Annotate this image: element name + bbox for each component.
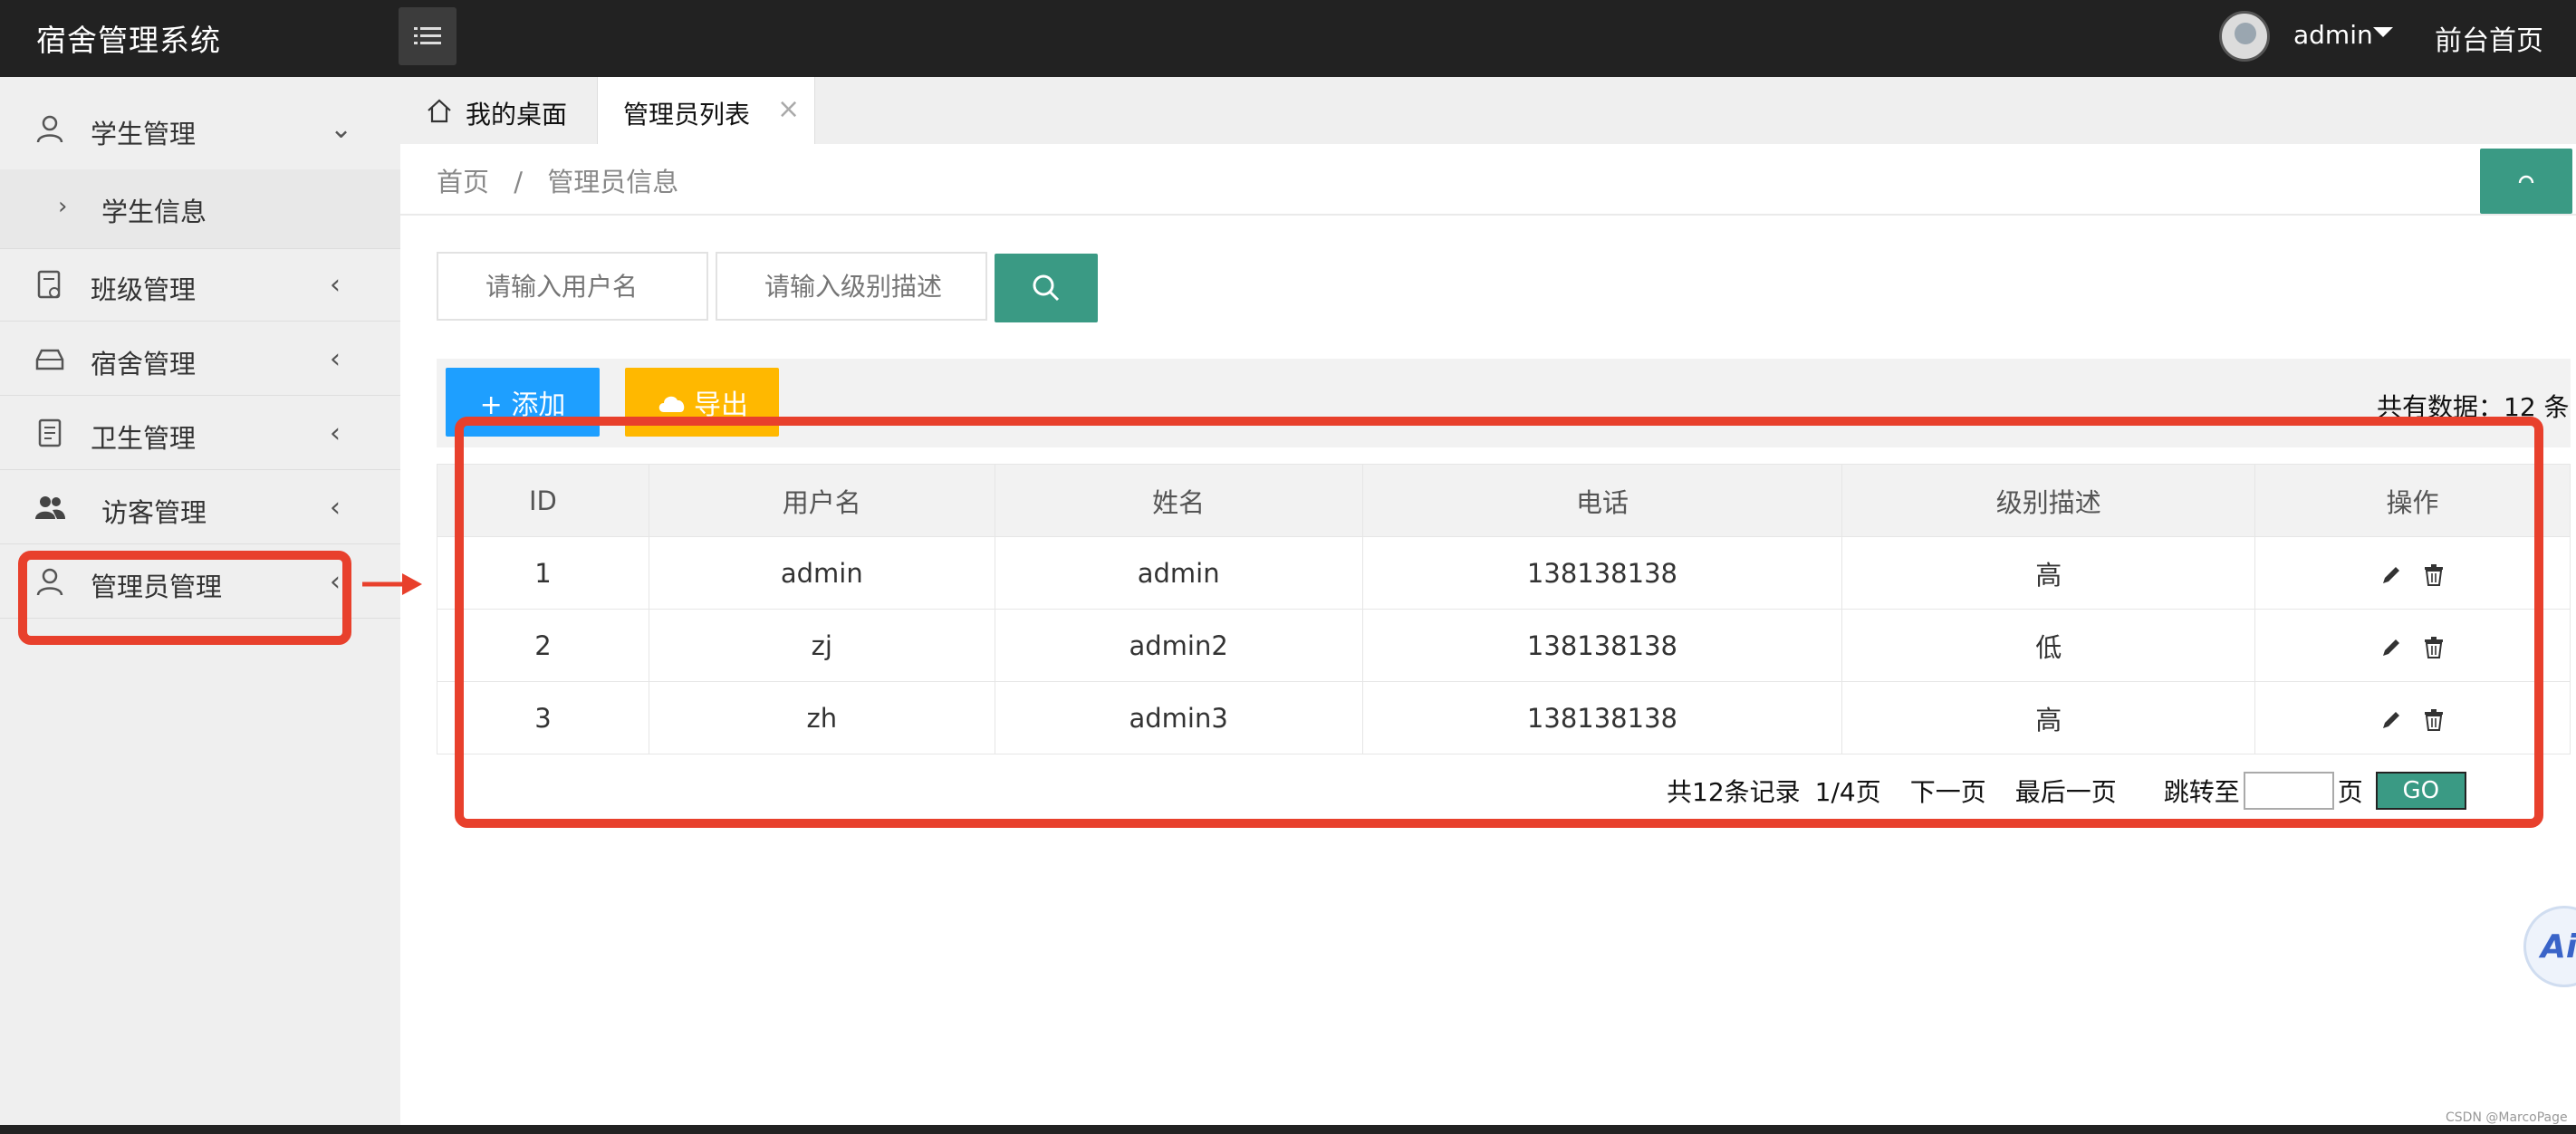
sidebar-item-visitor[interactable]: 访客管理 ‹ xyxy=(0,472,400,544)
search-icon xyxy=(1033,274,1060,302)
sidebar-item-student[interactable]: 学生管理 ⌄ xyxy=(0,93,400,169)
annotation-box-table xyxy=(455,417,2543,828)
tab-bar: 我的桌面 管理员列表 × xyxy=(400,77,2576,144)
menu-toggle-button[interactable] xyxy=(399,7,457,65)
ai-badge-text: Ai xyxy=(2541,928,2576,966)
sidebar-item-label: 卫生管理 xyxy=(91,423,197,454)
breadcrumb-separator: / xyxy=(514,167,524,197)
app-title: 宿舍管理系统 xyxy=(36,23,221,58)
breadcrumb-home[interactable]: 首页 xyxy=(437,167,489,197)
sidebar-item-label: 访客管理 xyxy=(101,497,207,528)
visitor-icon xyxy=(35,496,65,519)
search-button[interactable] xyxy=(995,254,1098,322)
bottom-bar xyxy=(0,1125,2576,1134)
user-name[interactable]: admin xyxy=(2293,20,2373,50)
list-icon xyxy=(414,27,441,44)
annotation-arrow-icon xyxy=(362,573,422,595)
tab-admin-list[interactable]: 管理员列表 × xyxy=(598,77,815,144)
ai-assistant-button[interactable]: Ai xyxy=(2523,906,2576,987)
tab-label: 我的桌面 xyxy=(466,100,568,130)
sidebar-subitem-label: 学生信息 xyxy=(101,197,207,227)
breadcrumb-current: 管理员信息 xyxy=(547,167,679,197)
chevron-left-icon: ‹ xyxy=(330,418,341,449)
chevron-right-icon: › xyxy=(58,193,68,220)
username-search-input[interactable] xyxy=(437,252,708,321)
chevron-left-icon: ‹ xyxy=(330,269,341,301)
top-header: 宿舍管理系统 admin 前台首页 xyxy=(0,0,2576,77)
refresh-button[interactable] xyxy=(2480,149,2572,214)
level-search-input[interactable] xyxy=(716,252,987,321)
hygiene-icon xyxy=(38,418,62,447)
tab-label: 管理员列表 xyxy=(623,100,751,130)
home-icon xyxy=(428,99,451,123)
chevron-left-icon: ‹ xyxy=(330,492,341,524)
sidebar-subitem-student-info[interactable]: › 学生信息 xyxy=(0,169,400,249)
avatar[interactable] xyxy=(2219,11,2270,62)
sidebar-item-label: 学生管理 xyxy=(91,119,197,149)
dorm-icon xyxy=(35,349,64,370)
user-icon xyxy=(36,115,63,143)
sidebar-item-label: 班级管理 xyxy=(91,274,197,305)
tab-desktop[interactable]: 我的桌面 xyxy=(400,77,598,144)
annotation-box-sidebar xyxy=(18,551,351,645)
watermark: CSDN @MarcoPage xyxy=(2446,1110,2568,1125)
cloud-upload-icon xyxy=(658,396,685,412)
breadcrumb: 首页 / 管理员信息 xyxy=(437,161,695,199)
sidebar-item-class[interactable]: 班级管理 ‹ xyxy=(0,249,400,322)
caret-down-icon[interactable] xyxy=(2373,27,2393,37)
close-icon[interactable]: × xyxy=(777,93,800,125)
chevron-left-icon: ‹ xyxy=(330,343,341,375)
sidebar-item-dorm[interactable]: 宿舍管理 ‹ xyxy=(0,323,400,396)
chevron-down-icon: ⌄ xyxy=(330,113,353,145)
sidebar-item-hygiene[interactable]: 卫生管理 ‹ xyxy=(0,398,400,470)
class-icon xyxy=(37,270,61,299)
refresh-icon xyxy=(2518,175,2534,184)
sidebar-item-label: 宿舍管理 xyxy=(91,349,197,380)
front-page-link[interactable]: 前台首页 xyxy=(2435,18,2543,58)
divider xyxy=(400,214,2576,216)
